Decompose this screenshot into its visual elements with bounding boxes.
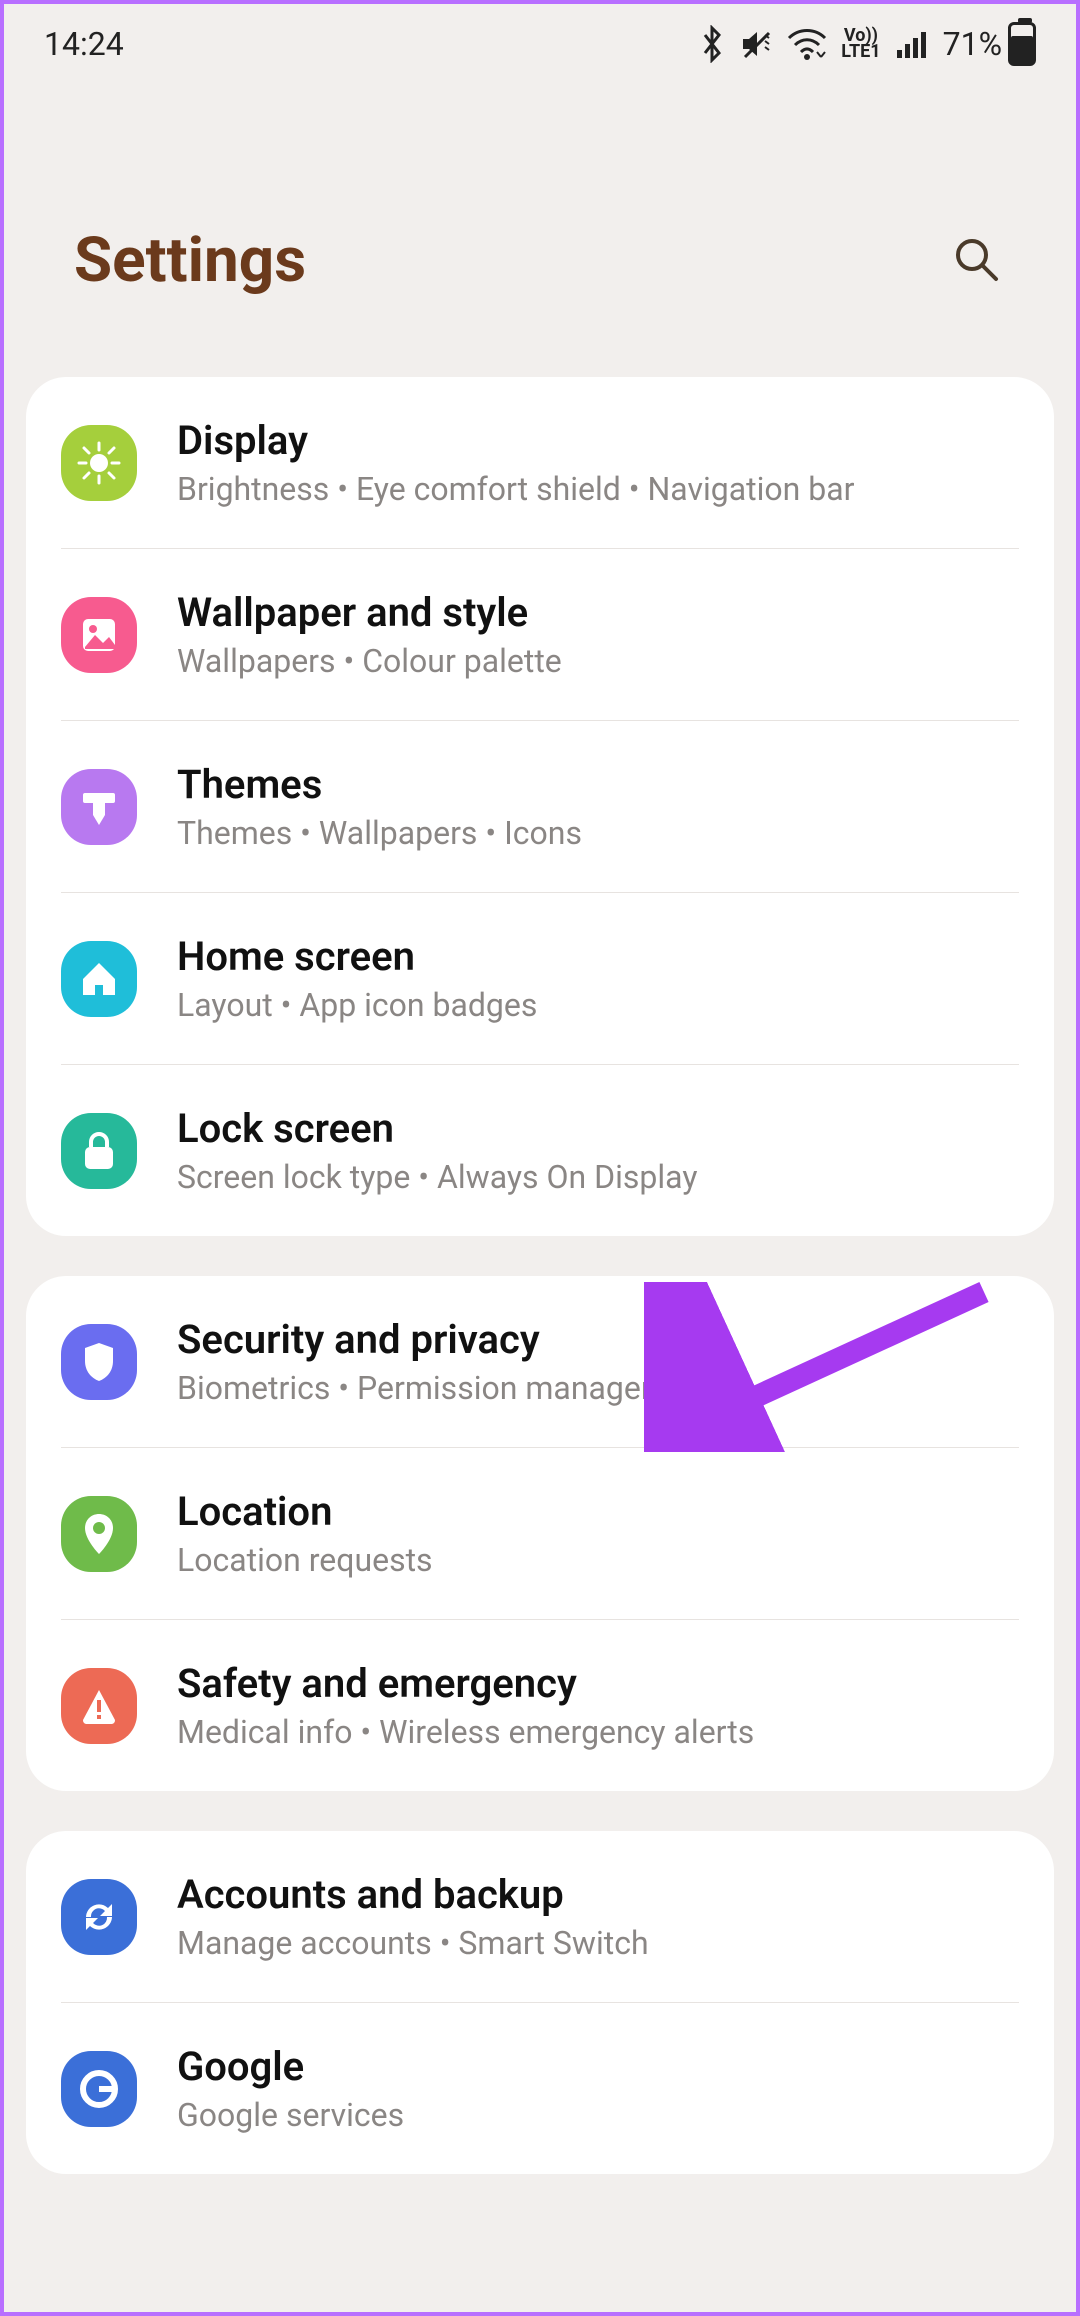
settings-list: Display Brightness • Eye comfort shield •… xyxy=(4,377,1076,2174)
row-title: Themes xyxy=(177,761,582,808)
row-subtitle: Brightness • Eye comfort shield • Naviga… xyxy=(177,470,854,508)
google-icon xyxy=(61,2051,137,2127)
settings-row-google[interactable]: Google Google services xyxy=(61,2003,1019,2174)
row-subtitle: Screen lock type • Always On Display xyxy=(177,1158,697,1196)
settings-row-home[interactable]: Home screen Layout • App icon badges xyxy=(61,893,1019,1065)
wallpaper-icon xyxy=(61,597,137,673)
row-title: Location xyxy=(177,1488,433,1535)
row-text: Accounts and backup Manage accounts • Sma… xyxy=(177,1871,649,1962)
row-subtitle: Location requests xyxy=(177,1541,433,1579)
safety-icon xyxy=(61,1668,137,1744)
row-subtitle: Themes • Wallpapers • Icons xyxy=(177,814,582,852)
row-title: Lock screen xyxy=(177,1105,697,1152)
settings-row-sync[interactable]: Accounts and backup Manage accounts • Sma… xyxy=(61,1831,1019,2003)
row-subtitle: Biometrics • Permission manager xyxy=(177,1369,652,1407)
battery-indicator: 71% xyxy=(943,22,1036,66)
lock-icon xyxy=(61,1113,137,1189)
settings-row-location[interactable]: Location Location requests xyxy=(61,1448,1019,1620)
bluetooth-icon xyxy=(699,25,725,63)
row-text: Location Location requests xyxy=(177,1488,433,1579)
search-icon xyxy=(952,235,1000,287)
battery-percent: 71% xyxy=(943,25,1002,63)
row-subtitle: Google services xyxy=(177,2096,404,2134)
shield-icon xyxy=(61,1324,137,1400)
volte-icon: Vo))LTE1 xyxy=(841,28,880,60)
row-title: Google xyxy=(177,2043,404,2090)
battery-icon xyxy=(1008,22,1036,66)
sync-icon xyxy=(61,1879,137,1955)
settings-row-shield[interactable]: Security and privacy Biometrics • Permiss… xyxy=(61,1276,1019,1448)
row-text: Google Google services xyxy=(177,2043,404,2134)
row-title: Wallpaper and style xyxy=(177,589,562,636)
status-bar: 14:24 Vo))LTE1 71% xyxy=(4,4,1076,84)
status-time: 14:24 xyxy=(44,25,124,63)
row-text: Security and privacy Biometrics • Permiss… xyxy=(177,1316,652,1407)
row-title: Safety and emergency xyxy=(177,1660,754,1707)
row-title: Security and privacy xyxy=(177,1316,652,1363)
row-text: Lock screen Screen lock type • Always On … xyxy=(177,1105,697,1196)
settings-row-display[interactable]: Display Brightness • Eye comfort shield •… xyxy=(61,377,1019,549)
settings-row-safety[interactable]: Safety and emergency Medical info • Wirel… xyxy=(61,1620,1019,1791)
row-text: Display Brightness • Eye comfort shield •… xyxy=(177,417,854,508)
row-text: Home screen Layout • App icon badges xyxy=(177,933,537,1024)
row-title: Home screen xyxy=(177,933,537,980)
themes-icon xyxy=(61,769,137,845)
row-subtitle: Layout • App icon badges xyxy=(177,986,537,1024)
mute-icon xyxy=(739,27,773,61)
settings-row-lock[interactable]: Lock screen Screen lock type • Always On … xyxy=(61,1065,1019,1236)
row-subtitle: Medical info • Wireless emergency alerts xyxy=(177,1713,754,1751)
row-title: Display xyxy=(177,417,854,464)
signal-icon xyxy=(895,28,929,60)
row-subtitle: Manage accounts • Smart Switch xyxy=(177,1924,649,1962)
row-text: Themes Themes • Wallpapers • Icons xyxy=(177,761,582,852)
home-icon xyxy=(61,941,137,1017)
settings-row-themes[interactable]: Themes Themes • Wallpapers • Icons xyxy=(61,721,1019,893)
location-icon xyxy=(61,1496,137,1572)
page-title: Settings xyxy=(74,224,306,297)
row-text: Safety and emergency Medical info • Wirel… xyxy=(177,1660,754,1751)
settings-group: Accounts and backup Manage accounts • Sma… xyxy=(26,1831,1054,2174)
search-button[interactable] xyxy=(946,231,1006,291)
settings-row-wallpaper[interactable]: Wallpaper and style Wallpapers • Colour p… xyxy=(61,549,1019,721)
settings-group: Security and privacy Biometrics • Permiss… xyxy=(26,1276,1054,1791)
wifi-icon xyxy=(787,28,827,60)
header: Settings xyxy=(4,84,1076,377)
settings-group: Display Brightness • Eye comfort shield •… xyxy=(26,377,1054,1236)
display-icon xyxy=(61,425,137,501)
row-title: Accounts and backup xyxy=(177,1871,649,1918)
row-subtitle: Wallpapers • Colour palette xyxy=(177,642,562,680)
row-text: Wallpaper and style Wallpapers • Colour p… xyxy=(177,589,562,680)
status-right: Vo))LTE1 71% xyxy=(699,22,1036,66)
